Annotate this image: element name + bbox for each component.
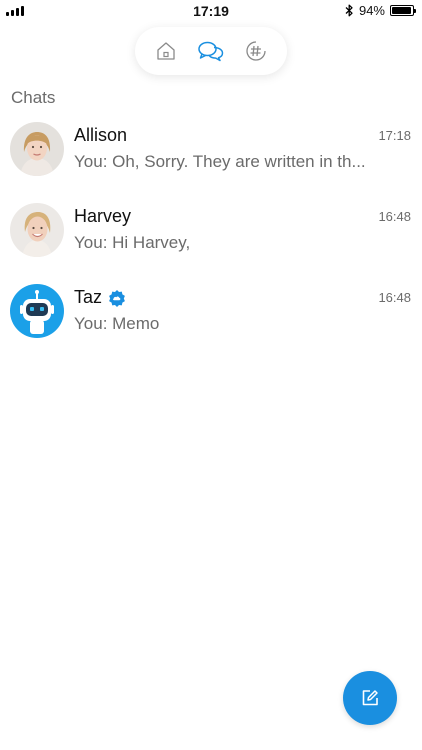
compose-icon	[362, 690, 378, 706]
chat-preview: You: Hi Harvey,	[74, 233, 191, 252]
nav-channels-button[interactable]	[238, 33, 274, 69]
chat-time: 16:48	[378, 209, 411, 224]
top-nav	[135, 27, 287, 75]
chat-item-taz[interactable]: Taz 16:48 You: Memo	[0, 276, 422, 357]
battery-icon	[390, 5, 416, 16]
bot-avatar	[10, 284, 64, 338]
chat-item-allison[interactable]: Allison 17:18 You: Oh, Sorry. They are w…	[0, 114, 422, 195]
chat-preview: You: Memo	[74, 314, 160, 333]
section-title: Chats	[11, 88, 56, 107]
battery-text: 94%	[358, 3, 385, 18]
chat-list: Allison 17:18 You: Oh, Sorry. They are w…	[0, 114, 422, 357]
status-right: 94%	[345, 3, 416, 18]
chat-bubbles-icon	[198, 41, 224, 62]
chat-name: Taz	[74, 287, 126, 308]
chat-name: Allison	[74, 125, 128, 145]
harvey-avatar	[10, 203, 64, 257]
chat-item-harvey[interactable]: Harvey 16:48 You: Hi Harvey,	[0, 195, 422, 276]
battery-level	[392, 7, 411, 14]
nav-home-button[interactable]	[148, 33, 184, 69]
allison-avatar	[10, 122, 64, 176]
chat-time: 16:48	[378, 290, 411, 305]
nav-chats-button[interactable]	[193, 33, 229, 69]
hashtag-icon	[246, 41, 266, 61]
compose-button[interactable]	[343, 671, 397, 725]
verified-badge-icon	[109, 289, 125, 307]
chat-preview: You: Oh, Sorry. They are written in th..…	[74, 152, 366, 171]
home-icon	[157, 42, 175, 60]
bluetooth-icon	[345, 4, 353, 17]
status-bar: 17:19 94%	[0, 0, 422, 22]
chat-name: Harvey	[74, 206, 132, 226]
chat-time: 17:18	[378, 128, 411, 143]
